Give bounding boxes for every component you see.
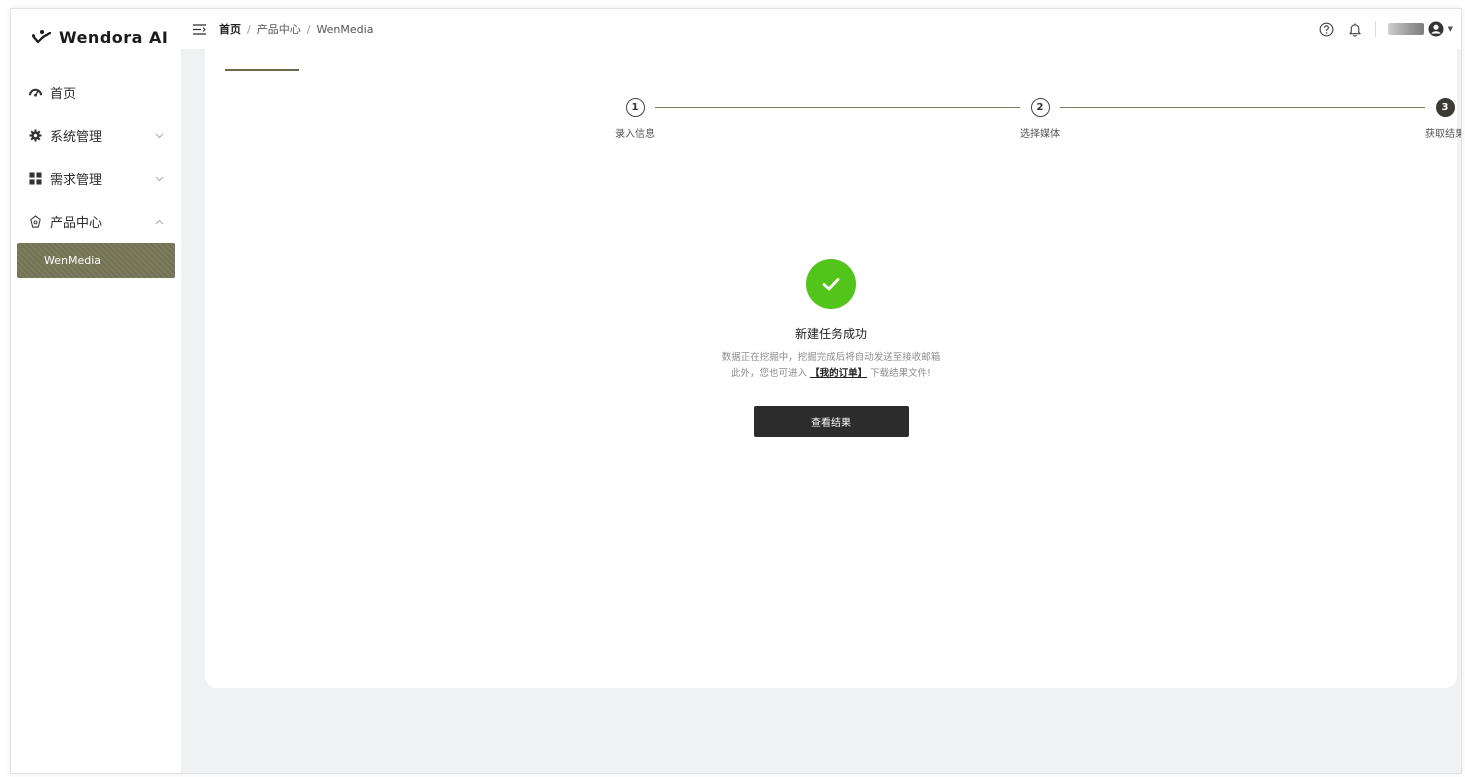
- tab-bar: ▬▬▬▬▬▬ ▬▬▬▬▬: [225, 49, 381, 73]
- result-title: 新建任务成功: [794, 327, 867, 341]
- dashboard-icon: [28, 86, 42, 100]
- main-card: ▬▬▬▬▬▬ ▬▬▬▬▬ 1 录入信息 2 选择媒体 3 获取结果 新建任务: [205, 49, 1461, 688]
- gear-icon: [28, 129, 42, 143]
- header-divider: [1374, 21, 1376, 37]
- step-number: 2: [1030, 98, 1050, 117]
- step-2: 2 选择媒体: [1010, 98, 1070, 140]
- user-avatar-icon: [1428, 21, 1444, 37]
- chevron-down-icon: [155, 176, 165, 182]
- success-check-icon: [806, 259, 856, 309]
- username-redacted: [1387, 23, 1424, 35]
- sidebar-item-requirement-management[interactable]: 需求管理: [11, 157, 181, 200]
- chevron-down-icon: [155, 133, 165, 139]
- step-label: 获取结果: [1425, 129, 1462, 140]
- breadcrumb-separator: /: [306, 22, 311, 36]
- caret-down-icon: ▼: [1447, 25, 1453, 33]
- sidebar-subitem-wenmedia[interactable]: WenMedia: [17, 243, 175, 278]
- sidebar-item-label: 需求管理: [50, 173, 103, 188]
- breadcrumb-item-wenmedia: WenMedia: [316, 22, 374, 36]
- breadcrumb-item-home[interactable]: 首页: [219, 21, 241, 37]
- result-desc-prefix: 此外，您也可进入: [731, 368, 808, 379]
- step-label: 选择媒体: [1020, 129, 1060, 140]
- sidebar-item-system-management[interactable]: 系统管理: [11, 114, 181, 157]
- result-panel: 新建任务成功 数据正在挖掘中，挖掘完成后将自动发送至接收邮箱 此外，您也可进入 …: [205, 259, 1457, 437]
- sidebar-item-label: 首页: [50, 87, 77, 102]
- menu-collapse-icon[interactable]: [193, 22, 207, 36]
- step-connector: [655, 107, 1020, 108]
- header-actions: ▼: [1319, 9, 1453, 49]
- result-desc-suffix: 下载结果文件!: [870, 368, 931, 379]
- view-results-button[interactable]: 查看结果: [753, 406, 909, 437]
- bell-icon[interactable]: [1347, 21, 1363, 37]
- top-header: 首页 / 产品中心 / WenMedia ▼: [181, 9, 1461, 49]
- tab-active[interactable]: ▬▬▬▬▬▬: [225, 49, 299, 71]
- tab-inactive[interactable]: ▬▬▬▬▬: [303, 49, 377, 71]
- step-number: 1: [625, 98, 645, 117]
- sidebar-item-label: 产品中心: [50, 216, 103, 231]
- step-label: 录入信息: [615, 129, 655, 140]
- grid-icon: [28, 172, 42, 186]
- product-icon: [28, 215, 42, 229]
- chevron-up-icon: [155, 219, 165, 225]
- logo-mark-icon: [31, 29, 53, 45]
- my-orders-link[interactable]: 【我的订单】: [810, 368, 867, 379]
- app-window: Wendora AI 首页 系统管理 需求管理 产品中心 WenMedia 首页…: [10, 8, 1462, 774]
- step-connector: [1060, 107, 1425, 108]
- step-number: 3: [1435, 98, 1455, 117]
- breadcrumb: 首页 / 产品中心 / WenMedia: [219, 21, 373, 37]
- breadcrumb-item-product-center[interactable]: 产品中心: [257, 21, 301, 37]
- sidebar-item-product-center[interactable]: 产品中心: [11, 200, 181, 243]
- step-3: 3 获取结果: [1415, 98, 1462, 140]
- breadcrumb-separator: /: [247, 22, 251, 36]
- result-desc-line1: 数据正在挖掘中，挖掘完成后将自动发送至接收邮箱: [721, 352, 941, 363]
- result-description: 数据正在挖掘中，挖掘完成后将自动发送至接收邮箱 此外，您也可进入 【我的订单】 …: [205, 350, 1457, 382]
- sidebar-item-home[interactable]: 首页: [11, 71, 181, 114]
- logo-text: Wendora AI: [59, 27, 169, 47]
- sidebar-subitem-label: WenMedia: [44, 254, 102, 267]
- result-desc-line2: 此外，您也可进入 【我的订单】 下载结果文件!: [205, 366, 1457, 382]
- logo: Wendora AI: [31, 25, 168, 49]
- user-menu[interactable]: ▼: [1387, 21, 1453, 37]
- help-icon[interactable]: [1319, 21, 1335, 37]
- sidebar-menu: 首页 系统管理 需求管理 产品中心 WenMedia: [11, 71, 181, 278]
- sidebar-item-label: 系统管理: [50, 130, 103, 145]
- step-1: 1 录入信息: [605, 98, 665, 140]
- progress-steps: 1 录入信息 2 选择媒体 3 获取结果: [405, 98, 1461, 142]
- sidebar: Wendora AI 首页 系统管理 需求管理 产品中心 WenMedia: [11, 9, 181, 773]
